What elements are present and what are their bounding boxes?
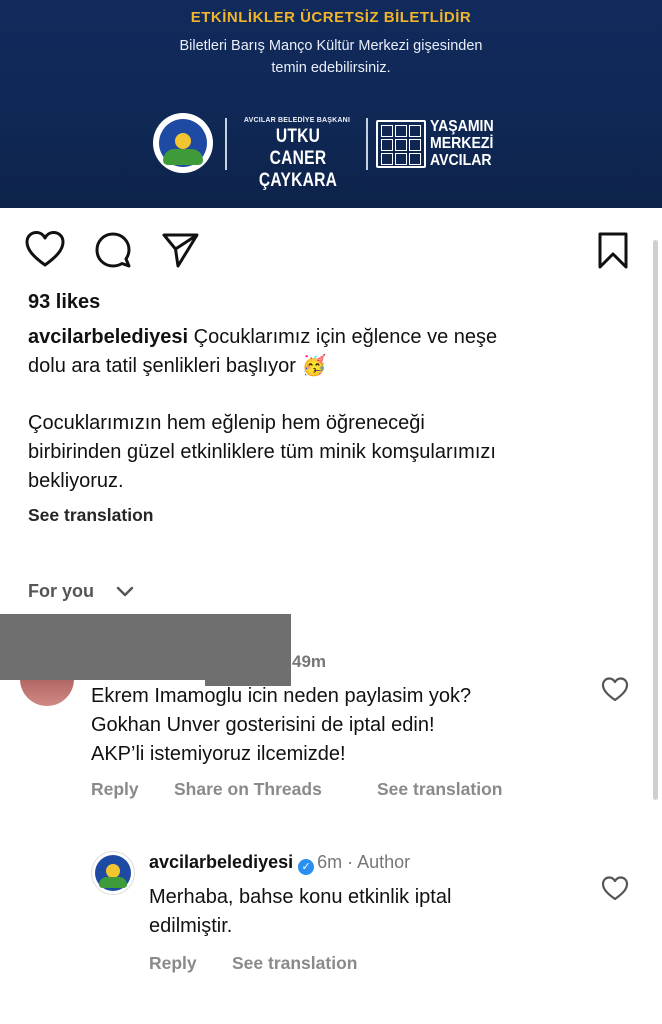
banner-title: ETKİNLİKLER ÜCRETSİZ BİLETLİDİR [190, 9, 472, 26]
separator: · [342, 852, 358, 872]
slogan-line: AVCILAR [430, 152, 492, 169]
heart-icon[interactable] [24, 230, 66, 268]
caption-text: Çocuklarımızın hem eğlenip hem öğreneceğ… [28, 412, 425, 434]
caption-text: birbirinden güzel etkinliklere tüm minik… [28, 441, 496, 463]
divider [225, 118, 227, 170]
redacted-username [205, 614, 291, 686]
redacted-area [0, 614, 205, 680]
comment-line: Ekrem Imamoglu icin neden paylasim yok? [91, 685, 472, 707]
yasamin-merkezi-logo [376, 120, 426, 168]
post-image-banner[interactable]: ETKİNLİKLER ÜCRETSİZ BİLETLİDİR Biletler… [0, 0, 662, 208]
comment-icon[interactable] [93, 230, 133, 270]
caption-text: Çocuklarımız için eğlence ve neşe [188, 326, 498, 348]
see-translation-link[interactable]: See translation [28, 505, 153, 526]
scrollbar[interactable] [653, 240, 658, 800]
banner-subtitle: Biletleri Barış Manço Kültür Merkezi giş… [0, 35, 662, 79]
caption-text: bekliyoruz. [28, 470, 124, 492]
likes-count[interactable]: 93 likes [28, 291, 100, 314]
caption-text: dolu ara tatil şenlikleri başlıyor [28, 355, 296, 377]
comment-line: AKP’li istemiyoruz ilcemizde! [91, 743, 346, 765]
mayor-name-line: UTKU CANER [269, 126, 327, 169]
comment-line: Gokhan Unver gosterisini de iptal edin! [91, 714, 435, 736]
author-avatar[interactable] [91, 851, 135, 895]
mayor-name-line: ÇAYKARA [258, 170, 338, 191]
reply-username[interactable]: avcilarbelediyesi [149, 852, 293, 872]
bookmark-icon[interactable] [595, 231, 631, 271]
divider [366, 118, 368, 170]
comment-reply-button[interactable]: Reply [91, 779, 139, 800]
reply-reply-button[interactable]: Reply [149, 953, 197, 974]
slogan: YAŞAMIN MERKEZİ AVCILAR [430, 118, 494, 169]
reply-text: Merhaba, bahse konu etkinlik iptal edilm… [149, 883, 569, 941]
comment-see-translation[interactable]: See translation [377, 779, 502, 800]
post-caption: avcilarbelediyesi Çocuklarımız için eğle… [28, 323, 628, 496]
banner-subtitle-line: temin edebilirsiniz. [271, 60, 391, 76]
reply-timestamp: 6m [317, 852, 343, 872]
reply-line: edilmiştir. [149, 915, 233, 937]
reply-like-heart-icon[interactable] [600, 875, 630, 901]
slogan-line: YAŞAMIN [430, 118, 494, 135]
author-badge: Author [357, 852, 411, 872]
mayor-title: AVCILAR BELEDİYE BAŞKANI [243, 117, 351, 124]
chevron-down-icon[interactable] [116, 586, 134, 598]
comment-text: Ekrem Imamoglu icin neden paylasim yok? … [91, 682, 571, 769]
banner-subtitle-line: Biletleri Barış Manço Kültür Merkezi giş… [179, 38, 483, 54]
municipality-seal-logo [153, 113, 213, 173]
verified-badge-icon: ✓ [298, 859, 315, 875]
comments-filter-dropdown[interactable]: For you [28, 581, 94, 602]
send-icon[interactable] [160, 231, 200, 269]
mayor-name: UTKU CANER ÇAYKARA [247, 126, 349, 192]
party-emoji: 🥳 [301, 355, 327, 377]
comment-like-heart-icon[interactable] [600, 676, 630, 702]
share-on-threads-button[interactable]: Share on Threads [174, 779, 322, 800]
reply-line: Merhaba, bahse konu etkinlik iptal [149, 886, 452, 908]
reply-header: avcilarbelediyesi ✓ 6m · Author [149, 852, 410, 875]
post-action-bar [0, 228, 662, 272]
reply-see-translation[interactable]: See translation [232, 953, 357, 974]
slogan-line: MERKEZİ [430, 135, 494, 152]
comment-timestamp: 49m [292, 652, 327, 671]
caption-username[interactable]: avcilarbelediyesi [28, 326, 188, 348]
